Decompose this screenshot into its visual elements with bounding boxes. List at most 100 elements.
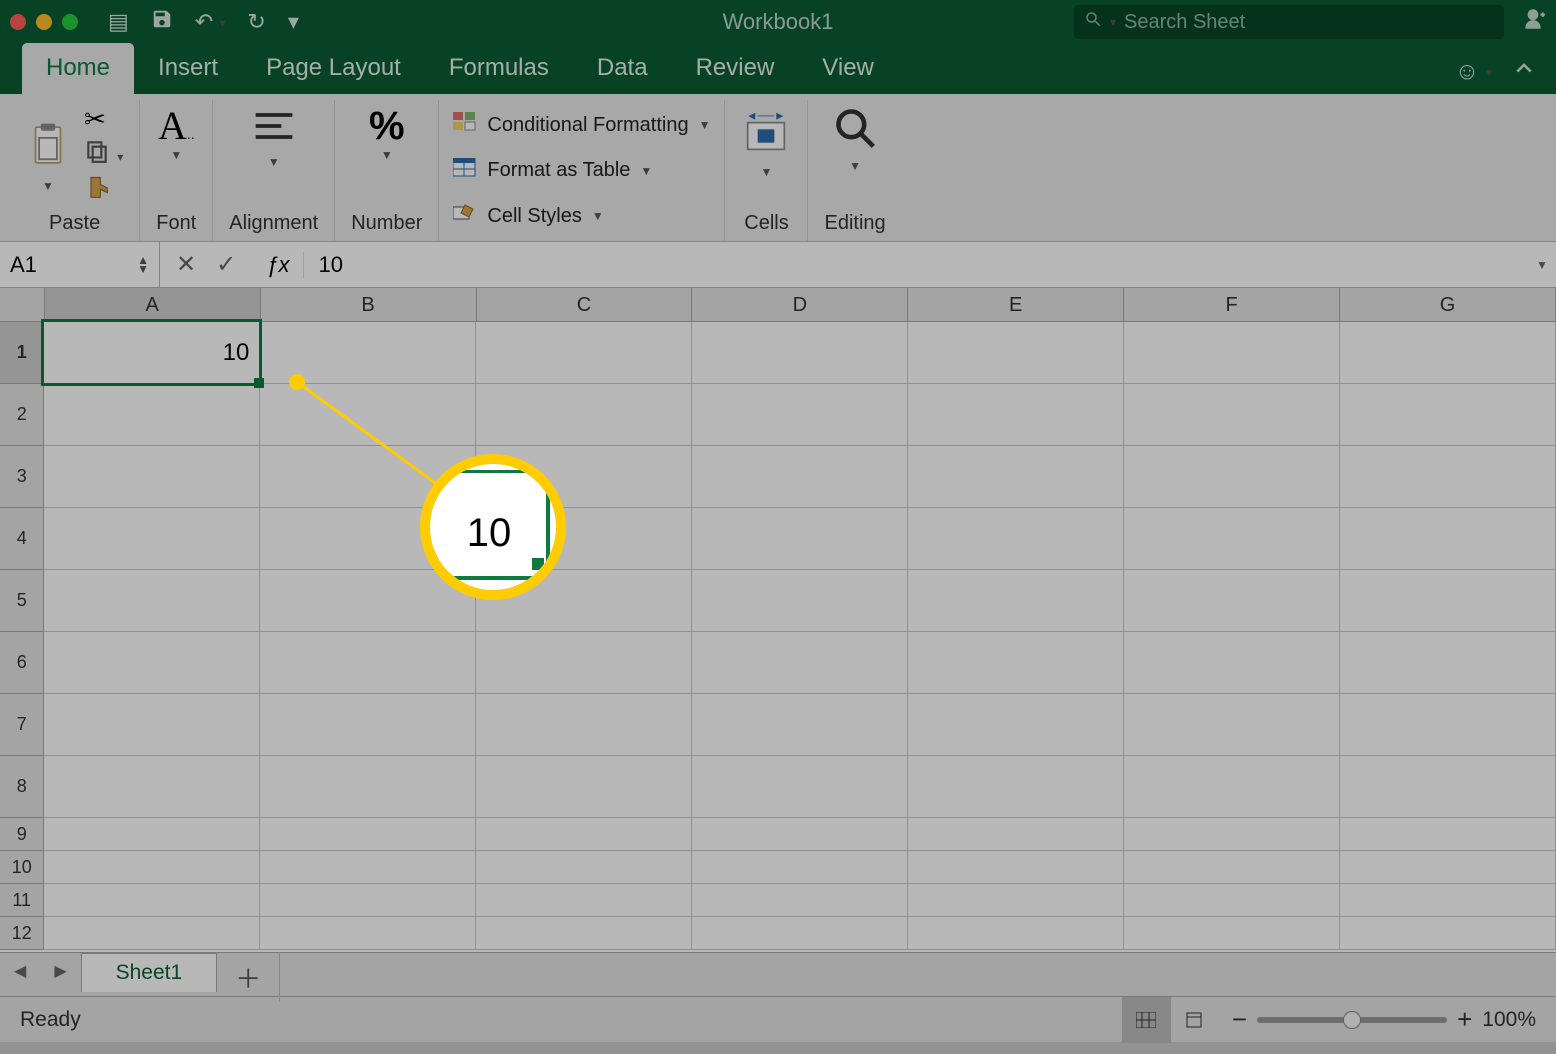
cell-G5[interactable] bbox=[1340, 570, 1556, 632]
enter-formula-icon[interactable]: ✓ bbox=[216, 250, 236, 279]
cell-E8[interactable] bbox=[908, 756, 1124, 818]
row-header-11[interactable]: 11 bbox=[0, 884, 44, 917]
cell-A2[interactable] bbox=[44, 384, 260, 446]
zoom-slider-knob[interactable] bbox=[1343, 1011, 1361, 1029]
cell-G1[interactable] bbox=[1340, 322, 1556, 384]
select-all-corner[interactable] bbox=[0, 288, 45, 321]
sheet-nav-next-icon[interactable]: ▶ bbox=[40, 953, 80, 989]
cell-F7[interactable] bbox=[1124, 694, 1340, 756]
sheet-tab-active[interactable]: Sheet1 bbox=[81, 953, 218, 992]
cell-A11[interactable] bbox=[44, 884, 260, 917]
cell-G3[interactable] bbox=[1340, 446, 1556, 508]
cell-F5[interactable] bbox=[1124, 570, 1340, 632]
row-header-1[interactable]: 1 bbox=[0, 322, 44, 384]
sheet-nav-prev-icon[interactable]: ◀ bbox=[0, 953, 40, 989]
tab-formulas[interactable]: Formulas bbox=[425, 43, 573, 94]
cell-G11[interactable] bbox=[1340, 884, 1556, 917]
cell-F4[interactable] bbox=[1124, 508, 1340, 570]
cell-D10[interactable] bbox=[692, 851, 908, 884]
conditional-formatting-button[interactable]: Conditional Formatting ▼ bbox=[453, 106, 710, 144]
cell-styles-button[interactable]: Cell Styles ▼ bbox=[453, 197, 603, 235]
cell-A7[interactable] bbox=[44, 694, 260, 756]
row-header-9[interactable]: 9 bbox=[0, 818, 44, 851]
formula-input[interactable]: 10 bbox=[304, 252, 1528, 278]
view-page-layout-icon[interactable] bbox=[1170, 997, 1218, 1043]
paste-button[interactable]: ▼ bbox=[26, 120, 70, 193]
editing-button[interactable]: ▼ bbox=[833, 106, 877, 173]
row-header-12[interactable]: 12 bbox=[0, 917, 44, 950]
cell-A3[interactable] bbox=[44, 446, 260, 508]
row-header-5[interactable]: 5 bbox=[0, 570, 44, 632]
tab-review[interactable]: Review bbox=[672, 43, 799, 94]
cancel-formula-icon[interactable]: ✕ bbox=[176, 250, 196, 279]
spreadsheet-grid[interactable]: A B C D E F G 11023456789101112 bbox=[0, 288, 1556, 952]
close-window-icon[interactable] bbox=[10, 14, 26, 30]
tab-data[interactable]: Data bbox=[573, 43, 672, 94]
cell-E2[interactable] bbox=[908, 384, 1124, 446]
cell-A8[interactable] bbox=[44, 756, 260, 818]
cell-F12[interactable] bbox=[1124, 917, 1340, 950]
tab-page-layout[interactable]: Page Layout bbox=[242, 43, 425, 94]
cell-F2[interactable] bbox=[1124, 384, 1340, 446]
row-header-8[interactable]: 8 bbox=[0, 756, 44, 818]
copy-icon[interactable]: ▾ bbox=[84, 138, 123, 168]
cell-E1[interactable] bbox=[908, 322, 1124, 384]
fill-handle[interactable] bbox=[254, 378, 264, 388]
cell-E7[interactable] bbox=[908, 694, 1124, 756]
cut-icon[interactable]: ✂ bbox=[84, 106, 123, 132]
zoom-out-button[interactable]: − bbox=[1232, 1004, 1247, 1035]
zoom-slider[interactable] bbox=[1257, 1017, 1447, 1023]
cell-G4[interactable] bbox=[1340, 508, 1556, 570]
cell-B10[interactable] bbox=[260, 851, 476, 884]
cell-B11[interactable] bbox=[260, 884, 476, 917]
cell-F9[interactable] bbox=[1124, 818, 1340, 851]
autosave-icon[interactable]: ▤ bbox=[108, 9, 129, 35]
cell-C8[interactable] bbox=[476, 756, 692, 818]
cell-D1[interactable] bbox=[692, 322, 908, 384]
cell-A4[interactable] bbox=[44, 508, 260, 570]
cell-D6[interactable] bbox=[692, 632, 908, 694]
cell-D7[interactable] bbox=[692, 694, 908, 756]
row-header-7[interactable]: 7 bbox=[0, 694, 44, 756]
cell-B7[interactable] bbox=[260, 694, 476, 756]
cell-E5[interactable] bbox=[908, 570, 1124, 632]
cell-A6[interactable] bbox=[44, 632, 260, 694]
cell-E10[interactable] bbox=[908, 851, 1124, 884]
column-header-C[interactable]: C bbox=[477, 288, 693, 321]
row-header-6[interactable]: 6 bbox=[0, 632, 44, 694]
cell-D3[interactable] bbox=[692, 446, 908, 508]
zoom-in-button[interactable]: + bbox=[1457, 1004, 1472, 1035]
minimize-window-icon[interactable] bbox=[36, 14, 52, 30]
tab-home[interactable]: Home bbox=[22, 43, 134, 94]
cell-F1[interactable] bbox=[1124, 322, 1340, 384]
view-normal-icon[interactable] bbox=[1122, 997, 1170, 1043]
format-as-table-button[interactable]: Format as Table ▼ bbox=[453, 152, 652, 190]
cell-D9[interactable] bbox=[692, 818, 908, 851]
cell-F6[interactable] bbox=[1124, 632, 1340, 694]
format-painter-icon[interactable] bbox=[84, 174, 123, 206]
cell-C10[interactable] bbox=[476, 851, 692, 884]
font-button[interactable]: A..▼ bbox=[158, 106, 195, 162]
add-sheet-button[interactable]: ＋ bbox=[217, 953, 280, 1002]
cell-C11[interactable] bbox=[476, 884, 692, 917]
cell-G9[interactable] bbox=[1340, 818, 1556, 851]
tab-insert[interactable]: Insert bbox=[134, 43, 242, 94]
expand-formula-bar-icon[interactable]: ▼ bbox=[1528, 258, 1556, 272]
cell-E9[interactable] bbox=[908, 818, 1124, 851]
row-header-4[interactable]: 4 bbox=[0, 508, 44, 570]
cell-D8[interactable] bbox=[692, 756, 908, 818]
cell-D5[interactable] bbox=[692, 570, 908, 632]
column-header-B[interactable]: B bbox=[261, 288, 477, 321]
cell-F11[interactable] bbox=[1124, 884, 1340, 917]
redo-icon[interactable]: ↻ bbox=[247, 9, 265, 35]
cell-B12[interactable] bbox=[260, 917, 476, 950]
cell-E3[interactable] bbox=[908, 446, 1124, 508]
cell-F8[interactable] bbox=[1124, 756, 1340, 818]
cell-B9[interactable] bbox=[260, 818, 476, 851]
cell-C7[interactable] bbox=[476, 694, 692, 756]
cells-button[interactable]: ◄──► ▼ bbox=[741, 106, 791, 179]
cell-A1[interactable]: 10 bbox=[44, 322, 260, 384]
cell-A12[interactable] bbox=[44, 917, 260, 950]
column-header-A[interactable]: A bbox=[45, 288, 261, 321]
cell-E6[interactable] bbox=[908, 632, 1124, 694]
